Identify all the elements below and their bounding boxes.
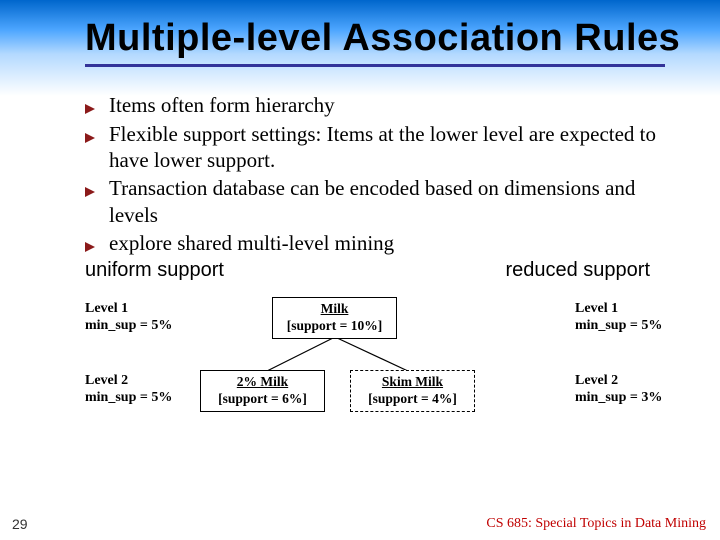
support-labels-row: uniform support reduced support (85, 259, 650, 282)
bullet-text: Items often form hierarchy (109, 92, 335, 118)
bullet-text: Flexible support settings: Items at the … (109, 121, 670, 174)
right-level1-label: Level 1 min_sup = 5% (575, 300, 662, 335)
left-level1-label: Level 1 min_sup = 5% (85, 300, 172, 335)
left-level2-label: Level 2 min_sup = 5% (85, 372, 172, 407)
milk2-node: 2% Milk [support = 6%] (200, 370, 325, 412)
bullet-text: Transaction database can be encoded base… (109, 175, 670, 228)
bullet-icon (85, 130, 99, 148)
hierarchy-diagram: Level 1 min_sup = 5% Level 2 min_sup = 5… (30, 292, 690, 432)
reduced-support-label: reduced support (505, 259, 650, 282)
uniform-support-label: uniform support (85, 259, 224, 282)
slide-title: Multiple-level Association Rules (85, 18, 690, 60)
list-item: explore shared multi-level mining (85, 230, 670, 257)
bullet-icon (85, 239, 99, 257)
list-item: Items often form hierarchy (85, 92, 670, 119)
bullet-text: explore shared multi-level mining (109, 230, 394, 256)
title-underline (85, 64, 665, 67)
bullet-icon (85, 101, 99, 119)
bullet-icon (85, 184, 99, 202)
list-item: Flexible support settings: Items at the … (85, 121, 670, 174)
right-level2-label: Level 2 min_sup = 3% (575, 372, 662, 407)
slide-number: 29 (12, 516, 28, 532)
bullet-list: Items often form hierarchy Flexible supp… (85, 92, 670, 257)
list-item: Transaction database can be encoded base… (85, 175, 670, 228)
footer-course: CS 685: Special Topics in Data Mining (486, 516, 706, 532)
milk-node: Milk [support = 10%] (272, 297, 397, 339)
skim-milk-node: Skim Milk [support = 4%] (350, 370, 475, 412)
